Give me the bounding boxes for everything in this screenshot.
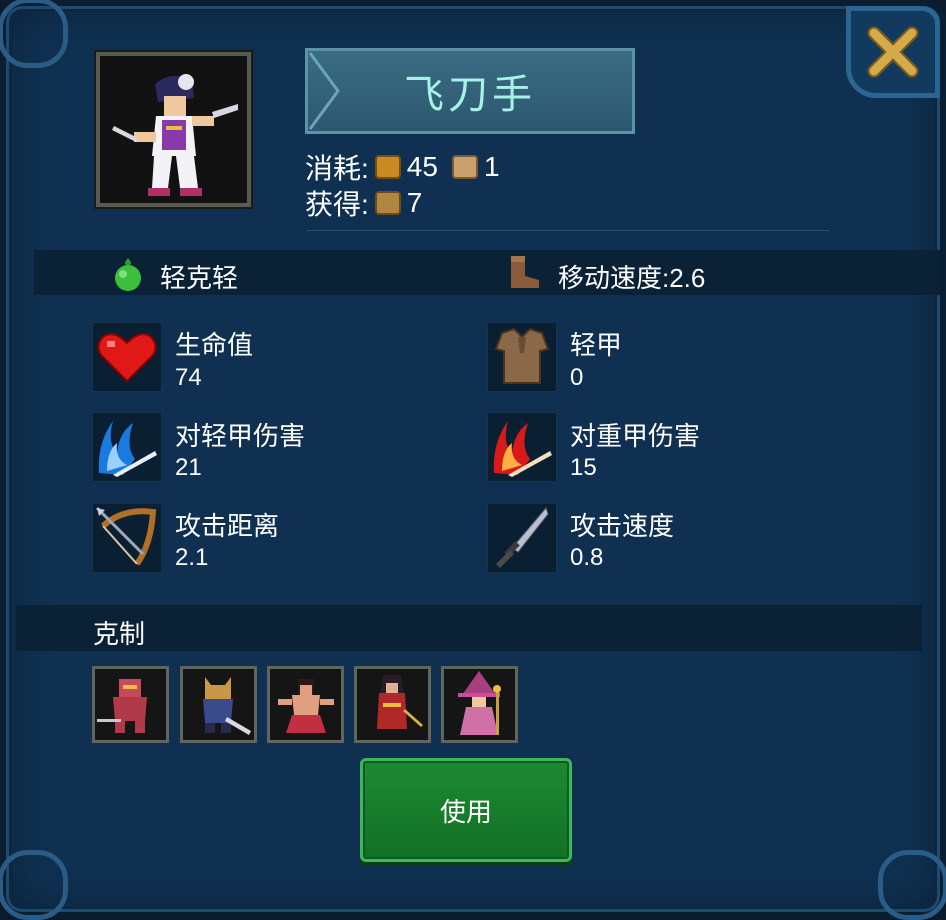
heart-icon bbox=[97, 333, 157, 383]
green-orb-icon bbox=[115, 258, 141, 291]
stat-icon-frame bbox=[487, 412, 557, 482]
move-speed-text: 移动速度:2.6 bbox=[558, 263, 706, 293]
use-button-label: 使用 bbox=[439, 796, 492, 827]
banner-arrow-icon bbox=[308, 52, 340, 130]
gold-icon bbox=[374, 155, 401, 179]
unit-portrait bbox=[96, 52, 251, 207]
stat-label: 攻击距离 bbox=[175, 511, 280, 541]
counter-band bbox=[16, 605, 922, 651]
population-icon bbox=[451, 155, 478, 179]
witch-unit-icon bbox=[458, 671, 501, 735]
red-swordsman-unit-icon bbox=[377, 675, 423, 729]
corner-ornament bbox=[0, 850, 68, 920]
stat-icon-frame bbox=[92, 322, 162, 392]
counter-label: 克制 bbox=[93, 619, 146, 649]
stat-label: 攻击速度 bbox=[570, 511, 675, 541]
boot-icon bbox=[511, 256, 539, 288]
knight-unit-icon bbox=[97, 679, 147, 733]
red-slash-icon bbox=[493, 421, 552, 477]
dagger-icon bbox=[496, 507, 549, 568]
stat-value: 21 bbox=[175, 454, 202, 481]
stat-label: 对重甲伤害 bbox=[570, 421, 701, 451]
close-button[interactable] bbox=[846, 6, 940, 98]
stat-value: 2.1 bbox=[175, 544, 209, 571]
building-icon bbox=[374, 191, 401, 215]
stat-value: 0.8 bbox=[570, 544, 604, 571]
knife-thrower-sprite-icon bbox=[112, 74, 238, 196]
cost-row: 消耗: 45 1 bbox=[305, 147, 500, 187]
corner-ornament bbox=[878, 850, 946, 920]
stat-label: 轻甲 bbox=[570, 330, 623, 360]
corner-ornament bbox=[0, 0, 68, 68]
stat-value: 0 bbox=[570, 364, 584, 391]
cost-label: 消耗: bbox=[305, 153, 369, 184]
stat-value: 15 bbox=[570, 454, 597, 481]
unit-name: 飞刀手 bbox=[404, 72, 536, 118]
gain-label: 获得: bbox=[305, 189, 369, 220]
stat-value: 74 bbox=[175, 364, 202, 391]
type-text: 轻克轻 bbox=[160, 263, 239, 293]
counter-unit-slot[interactable] bbox=[180, 666, 257, 743]
bow-icon bbox=[95, 506, 157, 566]
unit-name-banner: 飞刀手 bbox=[305, 48, 635, 134]
stat-icon-frame bbox=[92, 503, 162, 573]
gain-value: 7 bbox=[406, 187, 423, 218]
stat-icon-frame bbox=[92, 412, 162, 482]
monk-unit-icon bbox=[278, 679, 334, 733]
counter-unit-slot[interactable] bbox=[92, 666, 169, 743]
light-armor-icon bbox=[494, 327, 550, 384]
counter-unit-slot[interactable] bbox=[441, 666, 518, 743]
counter-unit-slot[interactable] bbox=[267, 666, 344, 743]
stat-icon-frame bbox=[487, 322, 557, 392]
cost-gold-value: 45 bbox=[406, 151, 438, 182]
blue-slash-icon bbox=[98, 421, 157, 477]
close-icon bbox=[867, 26, 919, 78]
gain-row: 获得: 7 bbox=[305, 183, 422, 223]
cat-warrior-unit-icon bbox=[203, 677, 251, 735]
counter-unit-slot[interactable] bbox=[354, 666, 431, 743]
divider bbox=[306, 230, 830, 231]
stat-label: 对轻甲伤害 bbox=[175, 421, 306, 451]
cost-pop-value: 1 bbox=[483, 151, 500, 182]
stat-label: 生命值 bbox=[175, 330, 254, 360]
stat-icon-frame bbox=[487, 503, 557, 573]
use-button[interactable]: 使用 bbox=[360, 758, 572, 862]
